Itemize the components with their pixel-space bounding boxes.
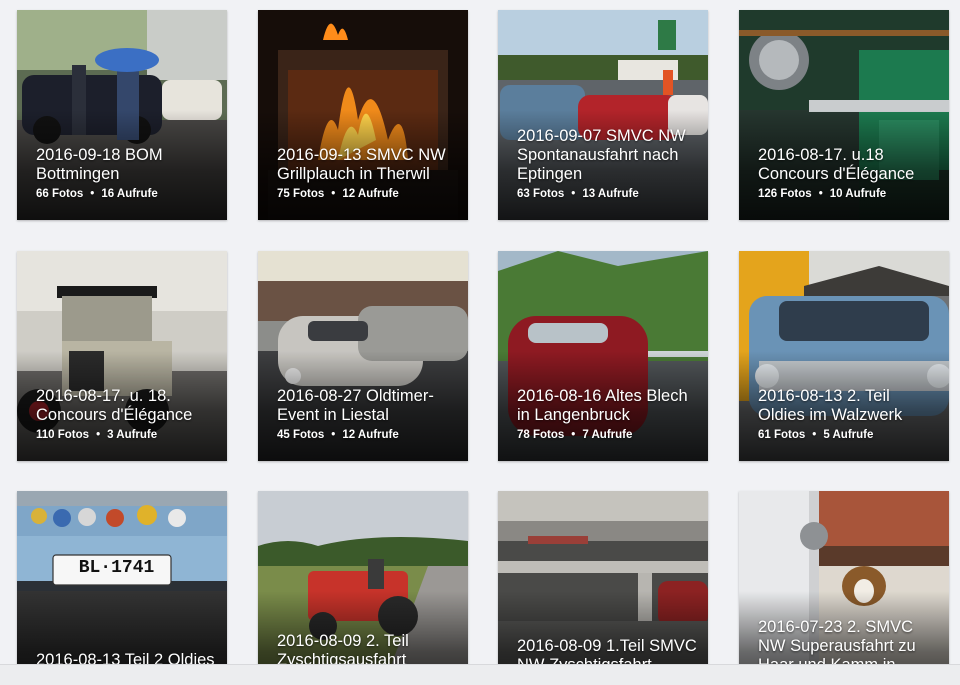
album-tile[interactable]: 2016-09-07 SMVC NW Spontanausfahrt nach …	[498, 10, 708, 220]
separator-dot: •	[96, 429, 101, 441]
album-title[interactable]: 2016-08-13 2. Teil Oldies im Walzwerk	[758, 387, 939, 425]
album-title[interactable]: 2016-09-18 BOM Bottmingen	[36, 146, 217, 184]
album-grid: 2016-09-18 BOM Bottmingen 66 Fotos • 16 Au…	[0, 0, 960, 664]
view-count: 13 Aufrufe	[582, 188, 639, 200]
album-tile[interactable]: 2016-08-09 1.Teil SMVC NW Zyschtigsfahrt…	[498, 491, 708, 664]
album-caption: 2016-09-13 SMVC NW Grillplauch in Therwi…	[277, 146, 458, 200]
album-title[interactable]: 2016-08-16 Altes Blech in Langenbruck	[517, 387, 698, 425]
separator-dot: •	[818, 188, 823, 200]
album-stats: 126 Fotos • 10 Aufrufe	[758, 188, 939, 200]
album-caption: 2016-08-16 Altes Blech in Langenbruck 78…	[517, 387, 698, 441]
album-caption: 2016-08-09 2. Teil Zyschtigsausfahrt Lei…	[277, 632, 458, 664]
album-tile[interactable]: 2016-08-13 2. Teil Oldies im Walzwerk 61…	[739, 251, 949, 461]
album-title[interactable]: 2016-08-17. u. 18. Concours d'Élégance	[36, 387, 217, 425]
photo-count: 78 Fotos	[517, 429, 565, 441]
album-title[interactable]: 2016-08-09 2. Teil Zyschtigsausfahrt Lei…	[277, 632, 458, 664]
album-stats: 78 Fotos • 7 Aufrufe	[517, 429, 698, 441]
album-stats: 75 Fotos • 12 Aufrufe	[277, 188, 458, 200]
album-caption: 2016-07-23 2. SMVC NW Superausfahrt zu H…	[758, 618, 939, 664]
album-title[interactable]: 2016-09-13 SMVC NW Grillplauch in Therwi…	[277, 146, 458, 184]
photo-count: 110 Fotos	[36, 429, 90, 441]
photo-count: 75 Fotos	[277, 188, 325, 200]
album-tile[interactable]: 2016-07-23 2. SMVC NW Superausfahrt zu H…	[739, 491, 949, 664]
album-title[interactable]: 2016-08-27 Oldtimer-Event in Liestal	[277, 387, 458, 425]
album-caption: 2016-08-17. u.18 Concours d'Élégance 126…	[758, 146, 939, 200]
view-count: 5 Aufrufe	[823, 429, 874, 441]
album-title[interactable]: 2016-09-07 SMVC NW Spontanausfahrt nach …	[517, 127, 698, 184]
separator-dot: •	[571, 188, 576, 200]
view-count: 12 Aufrufe	[342, 429, 399, 441]
album-title[interactable]: 2016-08-13 Teil 2 Oldies im Walzwerk	[36, 651, 217, 664]
view-count: 16 Aufrufe	[101, 188, 158, 200]
separator-dot: •	[571, 429, 576, 441]
album-tile[interactable]: 2016-08-09 2. Teil Zyschtigsausfahrt Lei…	[258, 491, 468, 664]
view-count: 3 Aufrufe	[107, 429, 158, 441]
album-caption: 2016-08-27 Oldtimer-Event in Liestal 45 …	[277, 387, 458, 441]
photo-count: 45 Fotos	[277, 429, 325, 441]
album-title[interactable]: 2016-08-09 1.Teil SMVC NW Zyschtigsfahrt…	[517, 637, 698, 664]
album-tile[interactable]: 2016-09-13 SMVC NW Grillplauch in Therwi…	[258, 10, 468, 220]
album-tile[interactable]: 2016-08-16 Altes Blech in Langenbruck 78…	[498, 251, 708, 461]
album-caption: 2016-08-17. u. 18. Concours d'Élégance 1…	[36, 387, 217, 441]
view-count: 12 Aufrufe	[342, 188, 399, 200]
photo-count: 61 Fotos	[758, 429, 806, 441]
album-tile[interactable]: 2016-08-17. u.18 Concours d'Élégance 126…	[739, 10, 949, 220]
album-tile[interactable]: 2016-09-18 BOM Bottmingen 66 Fotos • 16 Au…	[17, 10, 227, 220]
album-title[interactable]: 2016-08-17. u.18 Concours d'Élégance	[758, 146, 939, 184]
separator-dot: •	[90, 188, 95, 200]
album-stats: 63 Fotos • 13 Aufrufe	[517, 188, 698, 200]
photo-count: 126 Fotos	[758, 188, 812, 200]
album-caption: 2016-09-07 SMVC NW Spontanausfahrt nach …	[517, 127, 698, 200]
bottom-bar	[0, 664, 960, 685]
view-count: 10 Aufrufe	[829, 188, 887, 200]
album-tile[interactable]: 2016-08-27 Oldtimer-Event in Liestal 45 …	[258, 251, 468, 461]
album-caption: 2016-08-09 1.Teil SMVC NW Zyschtigsfahrt…	[517, 637, 698, 664]
view-count: 7 Aufrufe	[582, 429, 633, 441]
album-stats: 45 Fotos • 12 Aufrufe	[277, 429, 458, 441]
album-caption: 2016-09-18 BOM Bottmingen 66 Fotos • 16 Au…	[36, 146, 217, 200]
license-plate: BL·1741	[78, 558, 155, 578]
separator-dot: •	[331, 429, 336, 441]
album-tile[interactable]: BL·1741 2016-08-13 Teil 2 Oldies im Walz…	[17, 491, 227, 664]
album-stats: 61 Fotos • 5 Aufrufe	[758, 429, 939, 441]
photo-count: 66 Fotos	[36, 188, 84, 200]
album-caption: 2016-08-13 Teil 2 Oldies im Walzwerk	[36, 651, 217, 664]
separator-dot: •	[812, 429, 817, 441]
album-tile[interactable]: 2016-08-17. u. 18. Concours d'Élégance 1…	[17, 251, 227, 461]
album-title[interactable]: 2016-07-23 2. SMVC NW Superausfahrt zu H…	[758, 618, 939, 664]
album-stats: 66 Fotos • 16 Aufrufe	[36, 188, 217, 200]
album-stats: 110 Fotos • 3 Aufrufe	[36, 429, 217, 441]
album-caption: 2016-08-13 2. Teil Oldies im Walzwerk 61…	[758, 387, 939, 441]
separator-dot: •	[331, 188, 336, 200]
photo-count: 63 Fotos	[517, 188, 565, 200]
